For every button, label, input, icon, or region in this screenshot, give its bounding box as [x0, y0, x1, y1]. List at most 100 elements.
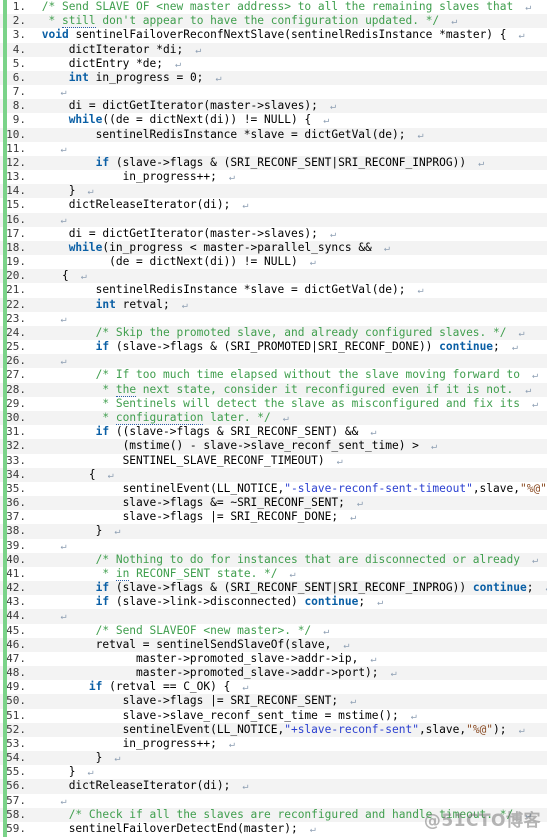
code-line[interactable]: 29. * Sentinels will detect the slave as… [0, 397, 547, 411]
code-line[interactable]: 10. sentinelRedisInstance *slave = dictG… [0, 127, 547, 142]
code-text[interactable]: master->promoted_slave->addr->ip, ↵ [30, 652, 376, 667]
code-text[interactable]: dictEntry *de; ↵ [30, 57, 181, 72]
code-text[interactable]: * in RECONF_SENT state. */ ↵ [30, 566, 296, 582]
code-line[interactable]: 24. /* Skip the promoted slave, and alre… [0, 325, 547, 341]
code-line[interactable]: 11. ↵ [0, 142, 547, 156]
code-text[interactable]: di = dictGetIterator(master->slaves); ↵ [30, 227, 336, 242]
code-line[interactable]: 16. ↵ [0, 212, 547, 227]
code-text[interactable]: { ↵ [30, 269, 87, 284]
code-line[interactable]: 44. ↵ [0, 609, 547, 624]
code-text[interactable]: dictIterator *di; ↵ [30, 43, 202, 58]
code-text[interactable]: } ↵ [30, 184, 94, 199]
code-text[interactable]: (de = dictNext(di)) != NULL) ↵ [30, 255, 316, 270]
code-line[interactable]: 43. if (slave->link->disconnected) conti… [0, 595, 547, 609]
code-line[interactable]: 49. if (retval == C_OK) { ↵ [0, 680, 547, 694]
code-text[interactable]: ↵ [30, 354, 67, 369]
code-text[interactable]: if (retval == C_OK) { ↵ [30, 680, 249, 695]
code-line[interactable]: 53. in_progress++; ↵ [0, 737, 547, 751]
code-text[interactable]: di = dictGetIterator(master->slaves); ↵ [30, 99, 336, 114]
code-line[interactable]: 20. { ↵ [0, 269, 547, 284]
code-line[interactable]: 27. /* If too much time elapsed without … [0, 368, 547, 382]
code-line[interactable]: 55. } ↵ [0, 765, 547, 779]
code-line[interactable]: 30. * configuration later. */ ↵ [0, 410, 547, 426]
code-text[interactable]: int retval; ↵ [30, 298, 188, 313]
code-text[interactable]: * the next state, consider it reconfigur… [30, 382, 531, 398]
code-lines-container[interactable]: 1. /* Send SLAVE OF <new master address>… [0, 0, 547, 836]
code-text[interactable]: if (slave->flags & (SRI_RECONF_SENT|SRI_… [30, 581, 547, 596]
code-text[interactable]: while((de = dictNext(di)) != NULL) { ↵ [30, 113, 330, 128]
code-text[interactable]: } ↵ [30, 524, 121, 539]
code-line[interactable]: 35. sentinelEvent(LL_NOTICE,"-slave-reco… [0, 482, 547, 496]
code-line[interactable]: 12. if (slave->flags & (SRI_RECONF_SENT|… [0, 155, 547, 171]
code-line[interactable]: 8. di = dictGetIterator(master->slaves);… [0, 99, 547, 114]
code-text[interactable]: if (slave->link->disconnected) continue;… [30, 595, 384, 610]
code-line[interactable]: 6. int in_progress = 0; ↵ [0, 70, 547, 86]
code-line[interactable]: 9. while((de = dictNext(di)) != NULL) { … [0, 113, 547, 127]
code-line[interactable]: 40. /* Nothing to do for instances that … [0, 552, 547, 568]
code-text[interactable]: * still don't appear to have the configu… [30, 14, 457, 29]
code-text[interactable]: if (slave->flags & (SRI_PROMOTED|SRI_REC… [30, 340, 518, 355]
code-text[interactable]: slave->flags &= ~SRI_RECONF_SENT; ↵ [30, 496, 363, 511]
code-line[interactable]: 52. sentinelEvent(LL_NOTICE,"+slave-reco… [0, 722, 547, 737]
code-text[interactable]: dictReleaseIterator(di); ↵ [30, 779, 249, 794]
code-text[interactable]: int in_progress = 0; ↵ [30, 71, 222, 86]
code-text[interactable]: slave->flags |= SRI_RECONF_DONE; ↵ [30, 510, 357, 525]
code-line[interactable]: 4. dictIterator *di; ↵ [0, 42, 547, 58]
code-line[interactable]: 1. /* Send SLAVE OF <new master address>… [0, 0, 547, 14]
code-text[interactable]: slave->slave_reconf_sent_time = mstime()… [30, 709, 417, 724]
code-line[interactable]: 38. } ↵ [0, 524, 547, 539]
code-text[interactable]: SENTINEL_SLAVE_RECONF_TIMEOUT) ↵ [30, 454, 343, 469]
code-text[interactable]: retval = sentinelSendSlaveOf(slave, ↵ [30, 638, 350, 653]
code-line[interactable]: 37. slave->flags |= SRI_RECONF_DONE; ↵ [0, 510, 547, 524]
code-text[interactable]: in_progress++; ↵ [30, 737, 235, 752]
code-text[interactable]: ↵ [30, 85, 67, 100]
code-text[interactable]: if ((slave->flags & SRI_RECONF_SENT) && … [30, 425, 377, 440]
code-line[interactable]: 45. /* Send SLAVEOF <new master>. */ ↵ [0, 624, 547, 638]
code-line[interactable]: 17. di = dictGetIterator(master->slaves)… [0, 227, 547, 241]
code-line[interactable]: 3. void sentinelFailoverReconfNextSlave(… [0, 28, 547, 42]
code-text[interactable]: /* Skip the promoted slave, and already … [30, 326, 525, 341]
code-text[interactable]: /* Nothing to do for instances that are … [30, 553, 538, 568]
code-editor-view[interactable]: 1. /* Send SLAVE OF <new master address>… [0, 0, 547, 837]
code-text[interactable]: * configuration later. */ ↵ [30, 410, 289, 426]
code-line[interactable]: 2. * still don't appear to have the conf… [0, 14, 547, 29]
code-line[interactable]: 33. SENTINEL_SLAVE_RECONF_TIMEOUT) ↵ [0, 454, 547, 468]
code-line[interactable]: 39. ↵ [0, 539, 547, 553]
code-text[interactable]: master->promoted_slave->addr->port); ↵ [30, 666, 397, 681]
code-text[interactable]: sentinelEvent(LL_NOTICE,"-slave-reconf-s… [30, 482, 547, 496]
code-line[interactable]: 13. in_progress++; ↵ [0, 170, 547, 184]
code-text[interactable]: } ↵ [30, 765, 94, 780]
code-line[interactable]: 41. * in RECONF_SENT state. */ ↵ [0, 566, 547, 582]
code-line[interactable]: 22. int retval; ↵ [0, 297, 547, 313]
code-line[interactable]: 50. slave->flags |= SRI_RECONF_SENT; ↵ [0, 694, 547, 709]
code-line[interactable]: 25. if (slave->flags & (SRI_PROMOTED|SRI… [0, 340, 547, 354]
code-text[interactable]: ↵ [30, 142, 67, 157]
code-line[interactable]: 14. } ↵ [0, 184, 547, 199]
code-line[interactable]: 42. if (slave->flags & (SRI_RECONF_SENT|… [0, 581, 547, 596]
code-text[interactable]: ↵ [30, 539, 67, 554]
code-line[interactable]: 19. (de = dictNext(di)) != NULL) ↵ [0, 255, 547, 269]
code-line[interactable]: 5. dictEntry *de; ↵ [0, 57, 547, 71]
code-line[interactable]: 34. { ↵ [0, 467, 547, 483]
code-line[interactable]: 48. master->promoted_slave->addr->port);… [0, 666, 547, 681]
code-line[interactable]: 36. slave->flags &= ~SRI_RECONF_SENT; ↵ [0, 496, 547, 511]
code-text[interactable]: sentinelRedisInstance *slave = dictGetVa… [30, 283, 424, 298]
code-line[interactable]: 47. master->promoted_slave->addr->ip, ↵ [0, 652, 547, 666]
code-text[interactable]: ↵ [30, 312, 67, 327]
code-text[interactable]: if (slave->flags & (SRI_RECONF_SENT|SRI_… [30, 156, 485, 171]
code-line[interactable]: 56. dictReleaseIterator(di); ↵ [0, 779, 547, 794]
code-line[interactable]: 28. * the next state, consider it reconf… [0, 382, 547, 398]
code-line[interactable]: 46. retval = sentinelSendSlaveOf(slave, … [0, 637, 547, 653]
code-line[interactable]: 23. ↵ [0, 312, 547, 326]
code-line[interactable]: 21. sentinelRedisInstance *slave = dictG… [0, 283, 547, 297]
code-line[interactable]: 32. (mstime() - slave->slave_reconf_sent… [0, 439, 547, 454]
code-text[interactable]: slave->flags |= SRI_RECONF_SENT; ↵ [30, 694, 357, 709]
code-line[interactable]: 18. while(in_progress < master->parallel… [0, 240, 547, 256]
code-text[interactable]: in_progress++; ↵ [30, 170, 235, 185]
code-text[interactable]: ↵ [30, 794, 67, 809]
code-line[interactable]: 15. dictReleaseIterator(di); ↵ [0, 198, 547, 212]
code-text[interactable]: /* Send SLAVE OF <new master address> to… [30, 0, 532, 15]
code-text[interactable]: while(in_progress < master->parallel_syn… [30, 241, 390, 256]
code-line[interactable]: 54. } ↵ [0, 751, 547, 766]
code-text[interactable]: { ↵ [30, 468, 114, 483]
